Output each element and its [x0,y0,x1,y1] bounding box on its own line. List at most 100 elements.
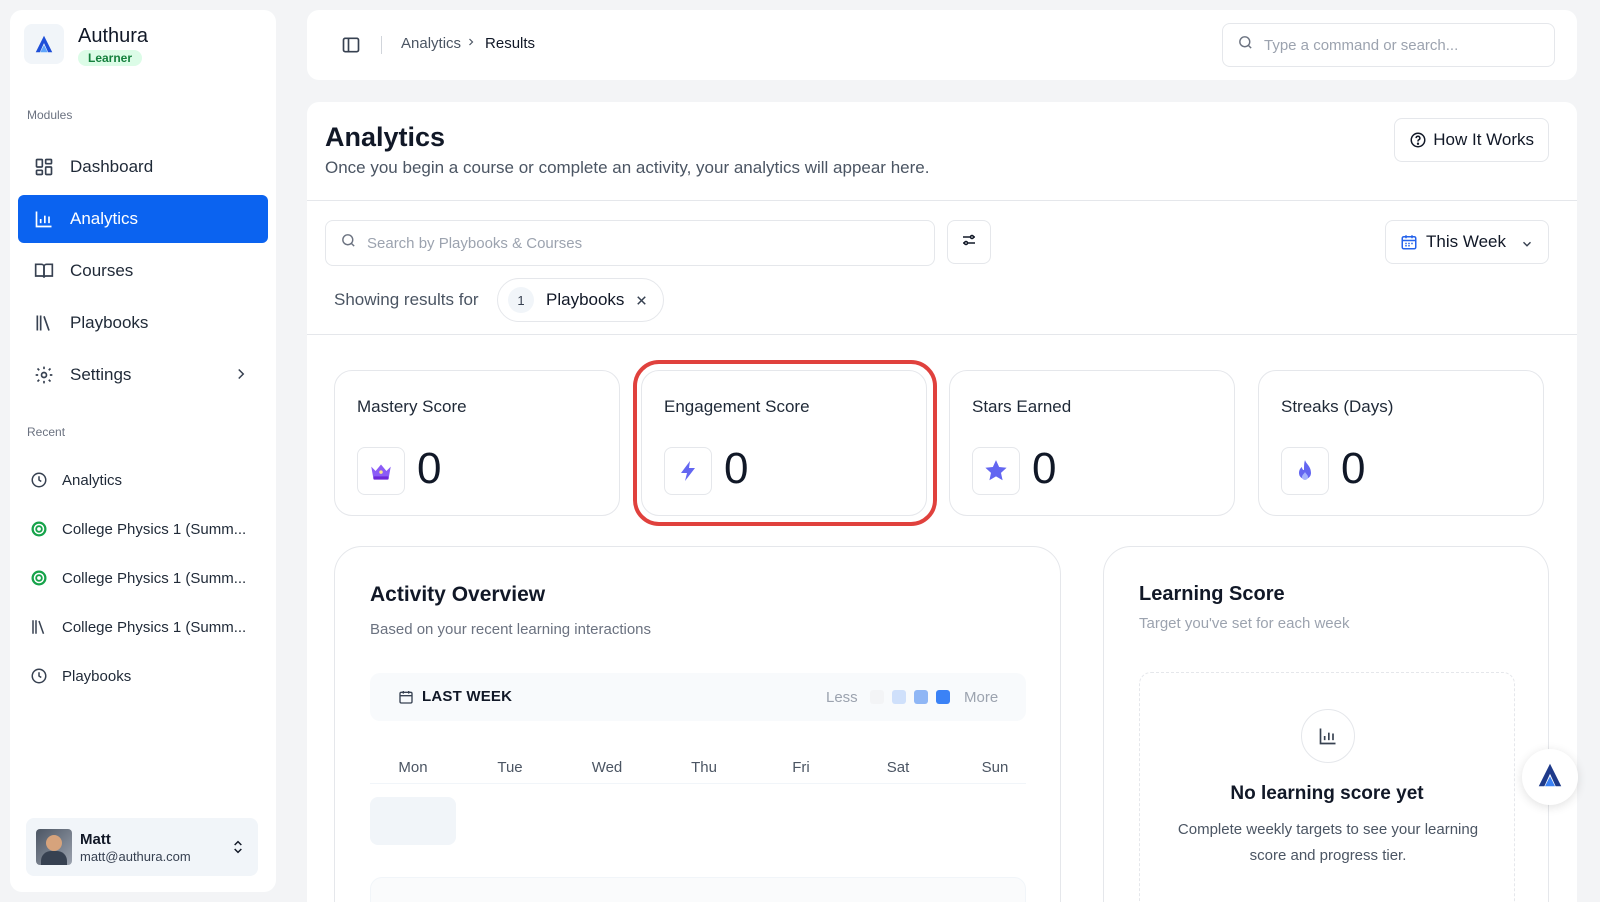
legend-swatch-2 [914,690,928,704]
empty-state-description: Complete weekly targets to see your lear… [1177,821,1479,864]
user-menu[interactable]: Matt matt@authura.com [26,818,258,876]
recent-label: Recent [27,425,66,439]
bar-chart-icon [1301,709,1355,763]
help-circle-icon [1409,131,1427,149]
divider [370,783,1026,784]
sidebar-item-dashboard[interactable]: Dashboard [18,143,268,191]
filter-chip-playbooks[interactable]: 1 Playbooks [497,278,665,322]
stat-card-streaks[interactable]: Streaks (Days) 0 [1258,370,1544,516]
sidebar-toggle-icon[interactable] [341,35,361,60]
legend-swatch-0 [870,690,884,704]
recent-item-label: College Physics 1 (Summ... [62,569,247,587]
assistant-launcher-button[interactable] [1522,749,1578,805]
sidebar-item-label: Settings [70,365,132,384]
breadcrumb-results: Results [485,35,536,52]
activity-title: Activity Overview [370,583,546,606]
recent-item[interactable]: Playbooks [30,661,260,691]
activity-subtitle: Based on your recent learning interactio… [370,621,652,638]
role-badge: Learner [78,50,143,66]
recent-item[interactable]: College Physics 1 (Summ... [30,563,260,593]
filter-button[interactable] [947,220,991,264]
chevron-right-icon [465,36,477,51]
breadcrumb-analytics[interactable]: Analytics [401,35,461,52]
playbook-search-input[interactable] [367,234,907,252]
recent-item-label: Playbooks [62,667,132,685]
recent-item[interactable]: Analytics [30,465,260,495]
search-icon [1237,34,1254,56]
range-label: LAST WEEK [398,688,512,705]
flame-icon [1281,447,1329,495]
range-label-text: LAST WEEK [422,688,513,705]
star-icon [972,447,1020,495]
activity-overview-panel: Activity Overview Based on your recent l… [334,546,1061,902]
how-it-works-button[interactable]: How It Works [1394,118,1549,162]
authura-logo-icon [24,24,64,64]
crown-icon [357,447,405,495]
user-name: Matt [80,830,111,848]
calendar-icon [398,689,414,705]
stat-label: Mastery Score [357,397,467,416]
stat-card-stars[interactable]: Stars Earned 0 [949,370,1235,516]
learning-score-panel: Learning Score Target you've set for eac… [1103,546,1549,902]
recent-item-label: College Physics 1 (Summ... [62,520,247,538]
recent-item-label: College Physics 1 (Summ... [62,618,247,636]
recent-item[interactable]: College Physics 1 (Summ... [30,514,260,544]
legend-more: More [964,689,999,706]
library-icon [30,618,48,636]
day-label: Fri [792,759,810,776]
sidebar-item-settings[interactable]: Settings [18,351,268,399]
stat-label: Stars Earned [972,397,1072,416]
highlight-outline [633,360,937,526]
bar-chart-icon [34,209,54,229]
chevron-right-icon [232,365,250,388]
sidebar-item-courses[interactable]: Courses [18,247,268,295]
authura-logo-icon [1535,760,1565,795]
learning-empty-state: No learning score yet Complete weekly ta… [1139,672,1515,902]
stat-value: 0 [1032,444,1057,493]
stat-card-mastery[interactable]: Mastery Score 0 [334,370,620,516]
divider [381,36,382,54]
empty-state-title: No learning score yet [1230,783,1424,804]
page-subtitle: Once you begin a course or complete an a… [325,158,930,177]
how-it-works-label: How It Works [1433,130,1534,149]
recent-item-label: Analytics [62,471,123,489]
close-icon[interactable] [634,293,649,308]
brand-name: Authura [78,25,149,47]
command-search[interactable] [1222,23,1555,67]
sliders-icon [960,231,978,254]
target-icon [30,569,48,587]
main-panel: Analytics Once you begin a course or com… [307,102,1577,902]
sidebar-item-label: Courses [70,261,134,280]
gear-icon [34,365,54,385]
activity-row [370,877,1026,902]
book-open-icon [34,261,54,281]
modules-label: Modules [27,108,73,122]
recent-item[interactable]: College Physics 1 (Summ... [30,612,260,642]
calendar-icon [1400,233,1418,251]
stat-label: Streaks (Days) [1281,397,1394,416]
user-email: matt@authura.com [80,848,191,864]
activity-legend-bar: LAST WEEK Less More [370,673,1026,721]
day-label: Sun [981,759,1009,776]
breadcrumb: Analytics Results [401,35,535,52]
sidebar-item-label: Playbooks [70,313,149,332]
stat-value: 0 [417,444,442,493]
showing-results-label: Showing results for [334,290,479,309]
day-label: Sat [886,759,910,776]
sidebar-item-playbooks[interactable]: Playbooks [18,299,268,347]
sidebar-item-label: Analytics [70,209,139,228]
sidebar: Authura Learner Modules Dashboard Analyt… [10,10,276,892]
library-icon [34,313,54,333]
divider [307,200,1577,201]
legend-less: Less [826,689,858,706]
playbook-search[interactable] [325,220,935,266]
brand[interactable]: Authura Learner [24,24,148,67]
day-label: Mon [398,759,428,776]
command-search-input[interactable] [1264,36,1524,54]
sidebar-item-analytics[interactable]: Analytics [18,195,268,243]
learning-title: Learning Score [1139,583,1285,605]
activity-cell[interactable] [370,797,456,845]
stat-value: 0 [1341,444,1366,493]
period-select[interactable]: This Week [1385,220,1549,264]
sidebar-item-label: Dashboard [70,157,154,176]
